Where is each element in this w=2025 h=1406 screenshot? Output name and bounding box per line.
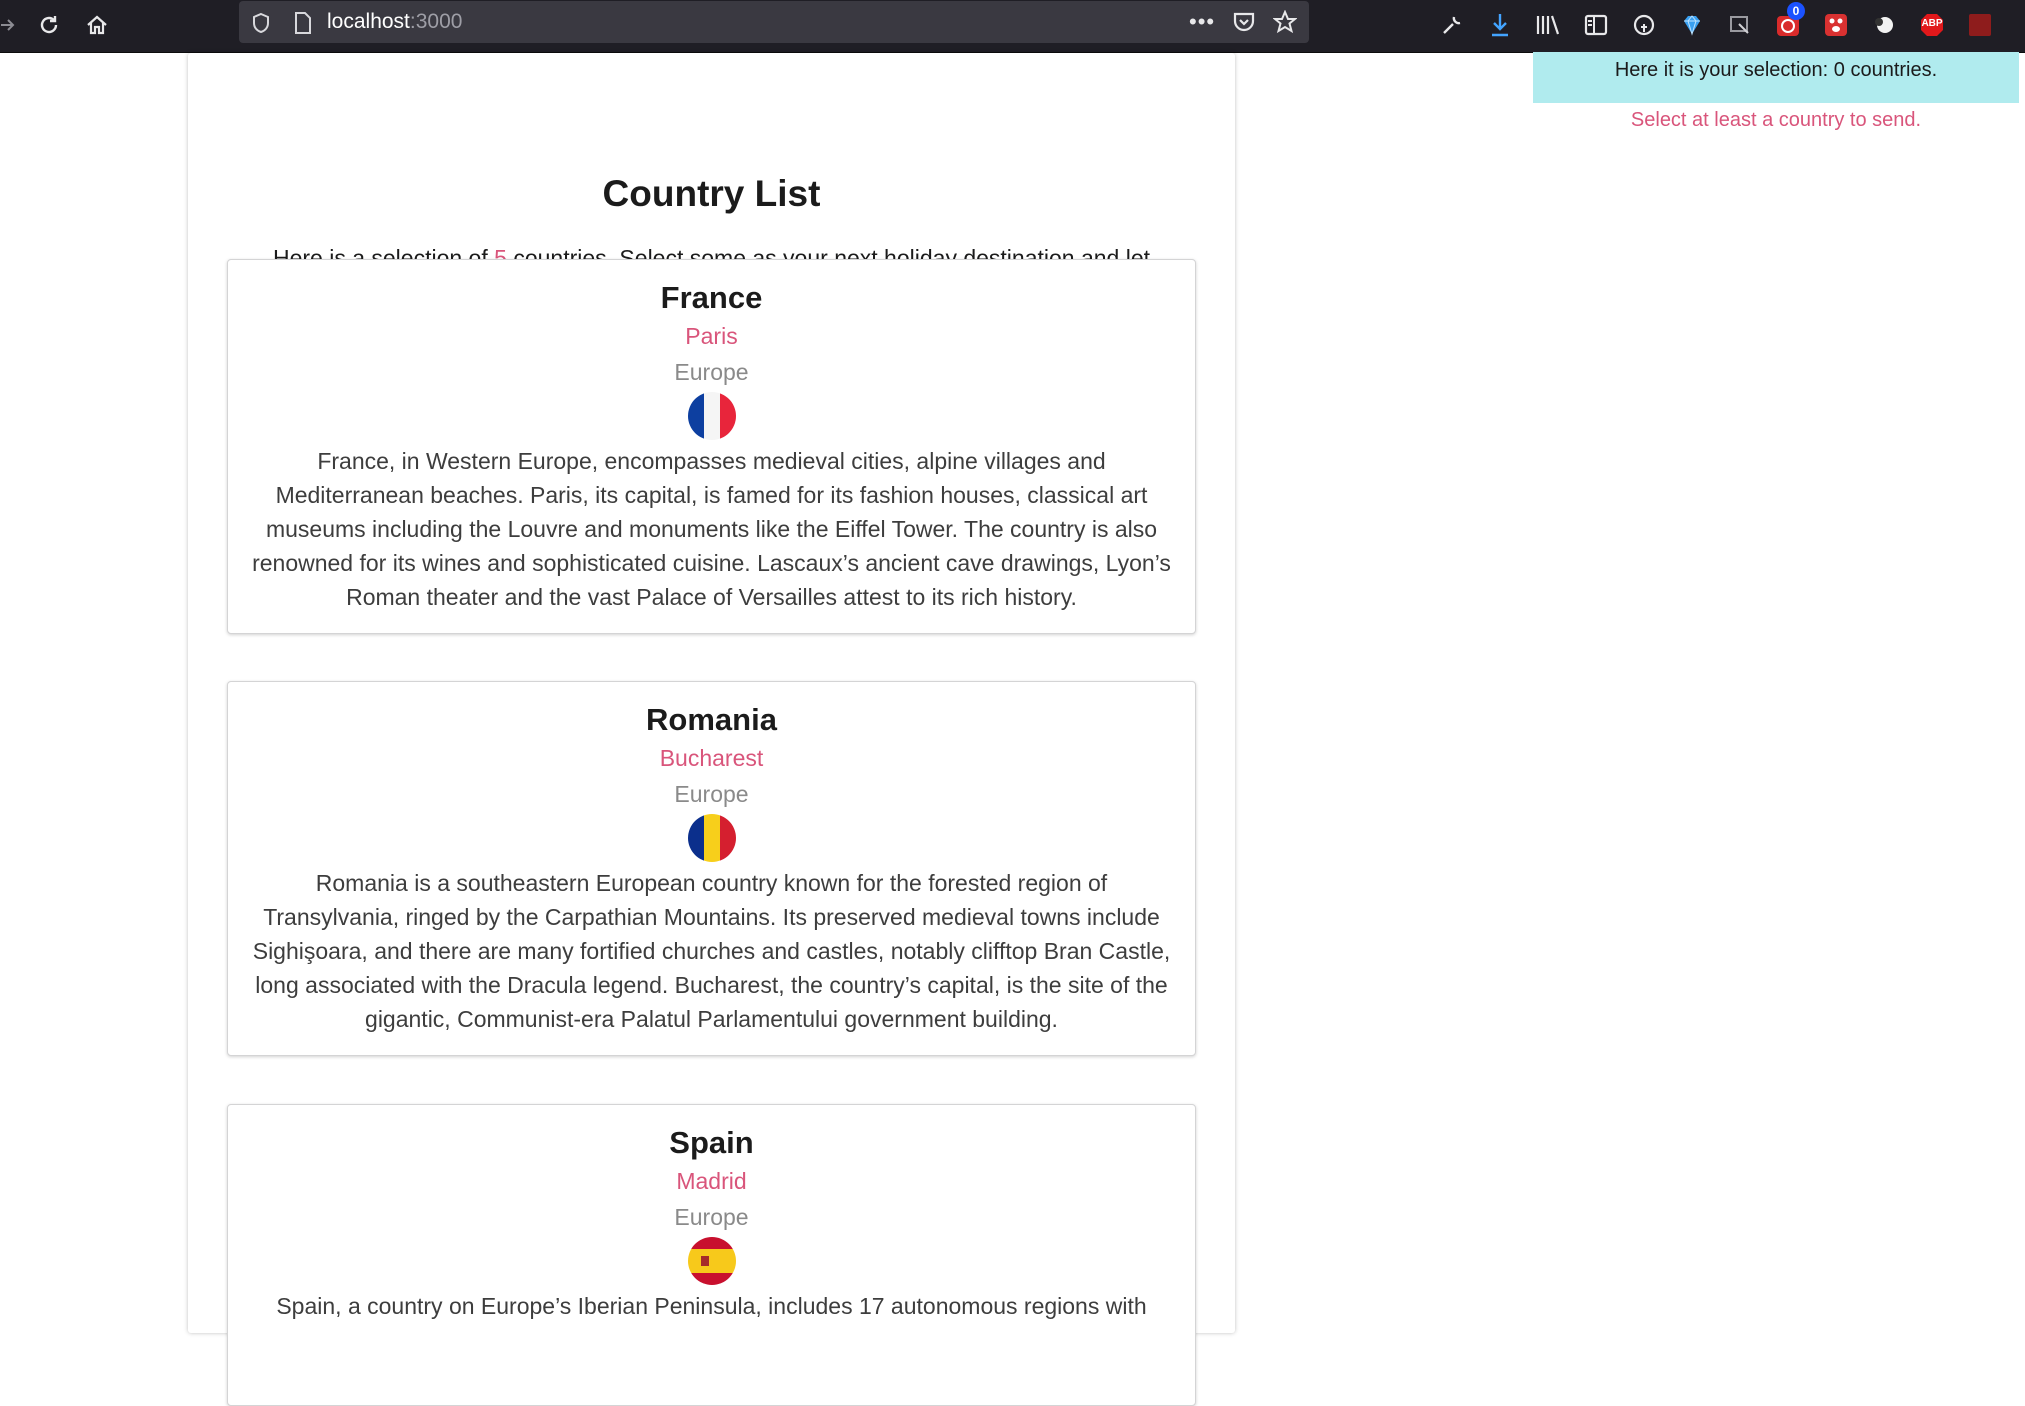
image-extension-icon[interactable] <box>1725 10 1755 40</box>
forward-icon[interactable] <box>0 10 22 40</box>
url-text[interactable]: localhost:3000 <box>327 10 462 34</box>
country-name: Spain <box>669 1125 754 1160</box>
page-icon <box>293 11 313 40</box>
browser-toolbar: localhost:3000 ••• 0 ABP <box>0 0 2025 53</box>
country-description: Romania is a southeastern European count… <box>252 870 1171 1032</box>
flag-france-icon <box>687 392 736 440</box>
country-card-france[interactable]: France Paris Europe France, in Western E… <box>227 259 1196 634</box>
selection-hint: Select at least a country to send. <box>1630 109 1922 131</box>
country-card-spain[interactable]: Spain Madrid Europe Spain, a country on … <box>227 1104 1196 1406</box>
notification-badge: 0 <box>1787 2 1805 20</box>
shield-icon[interactable] <box>251 12 271 39</box>
country-list-panel: Country List Here is a selection of 5 co… <box>188 53 1235 1406</box>
lastpass-extension-icon[interactable]: 0 <box>1773 2 1805 40</box>
country-region: Europe <box>674 359 749 385</box>
url-bar[interactable]: localhost:3000 ••• <box>239 1 1309 43</box>
reload-icon[interactable] <box>34 10 64 40</box>
home-icon[interactable] <box>82 10 112 40</box>
country-capital: Madrid <box>676 1168 747 1194</box>
flag-spain-icon <box>687 1237 736 1285</box>
country-capital: Paris <box>685 323 738 349</box>
cors-extension-icon[interactable] <box>1965 10 1995 40</box>
selection-summary: Here it is your selection: 0 countries. <box>1533 52 2019 103</box>
adblock-plus-icon[interactable]: ABP <box>1917 10 1947 40</box>
country-card-romania[interactable]: Romania Bucharest Europe Romania is a so… <box>227 681 1196 1056</box>
library-icon[interactable] <box>1533 10 1563 40</box>
translate-icon[interactable] <box>1629 10 1659 40</box>
country-description: France, in Western Europe, encompasses m… <box>252 448 1171 610</box>
download-icon[interactable] <box>1485 10 1515 40</box>
country-capital: Bucharest <box>659 745 764 771</box>
country-region: Europe <box>674 1204 749 1230</box>
country-name: France <box>660 280 763 315</box>
page-actions-icon[interactable]: ••• <box>1189 9 1215 35</box>
url-port: :3000 <box>409 10 463 33</box>
country-name: Romania <box>646 702 777 737</box>
page-title: Country List <box>602 173 821 214</box>
abp-label: ABP <box>1921 18 1943 29</box>
url-host: localhost <box>327 10 410 33</box>
sticker-extension-icon[interactable] <box>1869 10 1899 40</box>
sidebar-icon[interactable] <box>1581 10 1611 40</box>
country-region: Europe <box>674 781 749 807</box>
pocket-icon[interactable] <box>1232 11 1256 38</box>
paw-extension-icon[interactable] <box>1821 10 1851 40</box>
gem-extension-icon[interactable] <box>1677 10 1707 40</box>
flag-romania-icon <box>687 814 736 862</box>
wrench-icon[interactable] <box>1437 10 1467 40</box>
country-description: Spain, a country on Europe’s Iberian Pen… <box>276 1293 1147 1319</box>
bookmark-star-icon[interactable] <box>1272 9 1298 39</box>
